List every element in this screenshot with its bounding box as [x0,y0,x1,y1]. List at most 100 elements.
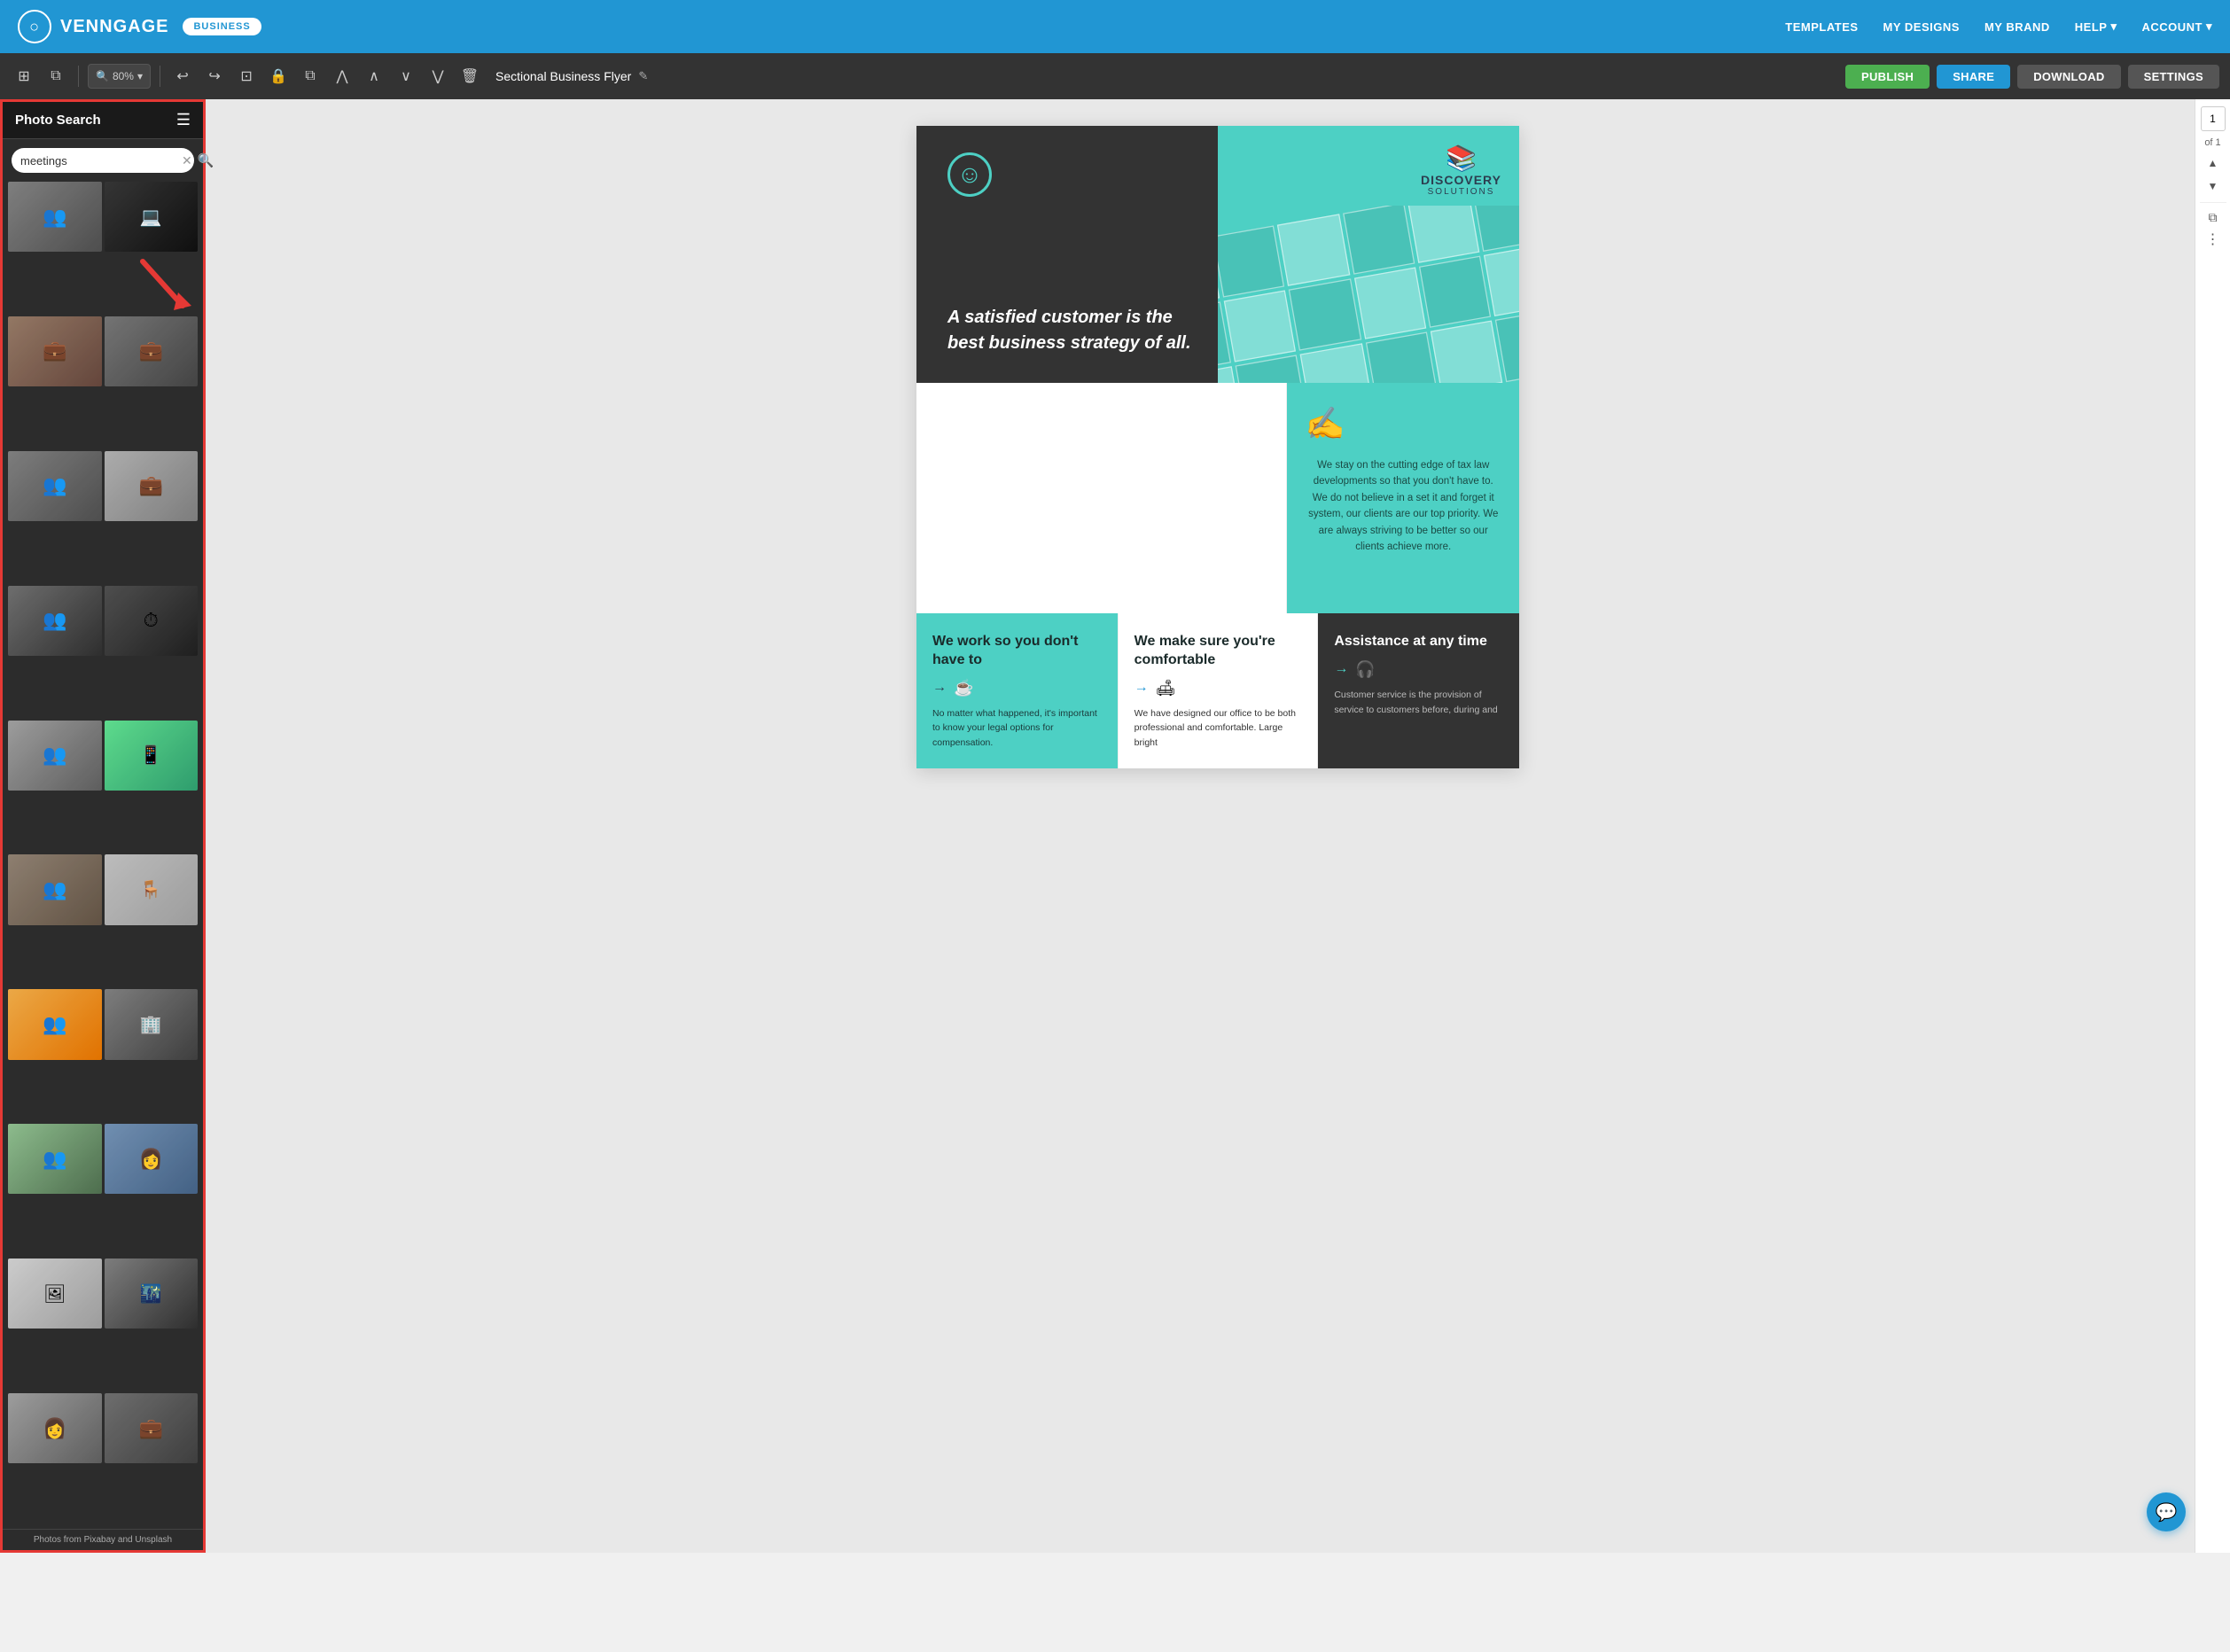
photo-grid [3,178,203,1529]
toolbar-copy-icon[interactable]: ⧉ [297,63,324,90]
search-clear-icon[interactable]: ✕ [182,153,192,168]
page-of-label: of 1 [2204,136,2220,149]
flyer-quote: A satisfied customer is the best busines… [947,305,1191,356]
publish-button[interactable]: PUBLISH [1845,65,1930,89]
logo[interactable]: ○ VENNGAGE [18,10,168,43]
toolbar: ⊞ ⧉ 🔍 80% ▾ ↩ ↪ ⊡ 🔒 ⧉ ⋀ ∧ ∨ ⋁ 🗑 Sectiona… [0,53,2230,99]
company-name: DISCOVERY [1421,173,1501,187]
discovery-book-icon: 📚 [1421,144,1501,173]
photo-thumb-12[interactable] [105,854,199,924]
col2-heading: We make sure you're comfortable [1134,633,1302,670]
page-up-icon[interactable]: ▲ [2205,154,2221,172]
photo-thumb-8[interactable] [105,586,199,656]
search-input[interactable] [20,154,176,168]
photo-thumb-10[interactable] [105,721,199,791]
toolbar-up-icon[interactable]: ∧ [361,63,387,90]
toolbar-resize-icon[interactable]: ⊡ [233,63,260,90]
page-more-options-icon[interactable]: ⋮ [2206,230,2220,248]
toolbar-separator-1 [78,66,79,87]
photo-thumb-5[interactable] [8,451,102,521]
photo-thumb-13[interactable] [8,989,102,1059]
discovery-logo-area: 📚 DISCOVERY SOLUTIONS [1421,144,1501,197]
nav-my-brand[interactable]: MY BRAND [1984,20,2050,34]
zoom-control[interactable]: 🔍 80% ▾ [88,64,151,89]
col2-sofa-icon: 🛋 [1156,679,1176,697]
toolbar-lock-icon[interactable]: 🔒 [265,63,292,90]
photo-search-section: ✕ 🔍 [3,139,203,178]
nav-right: TEMPLATES MY DESIGNS MY BRAND HELP ▾ ACC… [1785,19,2212,34]
photo-thumb-2[interactable] [105,182,199,252]
cutting-edge-body: We stay on the cutting edge of tax law d… [1305,457,1501,555]
tile [1342,206,1415,275]
toolbar-down-icon[interactable]: ∨ [393,63,419,90]
top-navigation: ○ VENNGAGE BUSINESS TEMPLATES MY DESIGNS… [0,0,2230,53]
toolbar-arrange-up-icon[interactable]: ⋀ [329,63,355,90]
photo-thumb-15[interactable] [8,1124,102,1194]
tile [1218,225,1285,298]
tile [1300,344,1373,383]
nav-templates[interactable]: TEMPLATES [1785,20,1858,34]
toolbar-undo-icon[interactable]: ↩ [169,63,196,90]
page-number-input[interactable] [2201,106,2226,131]
photos-credit: Photos from Pixabay and Unsplash [3,1529,203,1550]
photo-thumb-14[interactable] [105,989,199,1059]
account-chevron-icon: ▾ [2206,19,2212,34]
hamburger-menu-icon[interactable]: ☰ [176,111,191,129]
col1-cup-icon: ☕ [954,679,973,697]
photo-thumb-9[interactable] [8,721,102,791]
flyer-middle-right: ✍ We stay on the cutting edge of tax law… [1287,383,1519,613]
page-copy-icon[interactable]: ⧉ [2209,210,2218,225]
flyer-col-1: We work so you don't have to → ☕ No matt… [916,613,1118,768]
photo-thumb-20[interactable] [105,1393,199,1463]
photo-thumb-1[interactable] [8,182,102,252]
tile [1430,321,1502,383]
tile [1224,290,1297,362]
photo-thumb-19[interactable] [8,1393,102,1463]
flyer-top-left: ☺ A satisfied customer is the best busin… [916,126,1218,383]
col2-arrow-area: → 🛋 [1134,679,1302,697]
search-submit-icon[interactable]: 🔍 [198,152,214,168]
toolbar-page-icon[interactable]: ⊞ [11,63,37,90]
page-down-icon[interactable]: ▼ [2205,177,2221,195]
photo-thumb-17[interactable] [8,1258,102,1329]
nav-left: ○ VENNGAGE BUSINESS [18,10,261,43]
photo-thumb-7[interactable] [8,586,102,656]
nav-help[interactable]: HELP ▾ [2075,19,2117,34]
download-button[interactable]: DOWNLOAD [2017,65,2120,89]
sidebar-photo-search-title: Photo Search [15,113,101,128]
toolbar-delete-icon[interactable]: 🗑 [456,63,483,90]
photo-thumb-4[interactable] [105,316,199,386]
col1-arrow-area: → ☕ [932,679,1102,697]
nav-account[interactable]: ACCOUNT ▾ [2141,19,2212,34]
tile [1277,214,1350,286]
settings-button[interactable]: SETTINGS [2128,65,2219,89]
col1-arrow-icon: → [932,680,947,696]
share-button[interactable]: SHARE [1937,65,2010,89]
photo-thumb-11[interactable] [8,854,102,924]
chat-widget-button[interactable]: 💬 [2147,1492,2186,1531]
tile [1289,279,1361,352]
photo-thumb-18[interactable] [105,1258,199,1329]
photo-thumb-6[interactable] [105,451,199,521]
nav-my-designs[interactable]: MY DESIGNS [1883,20,1960,34]
edit-title-icon[interactable]: ✎ [638,69,648,83]
flyer-middle-left [916,383,1287,613]
cutting-edge-icon: ✍ [1305,405,1501,442]
help-chevron-icon: ▾ [2110,19,2117,34]
toolbar-title-area: Sectional Business Flyer ✎ [495,69,648,83]
tile [1419,256,1492,329]
photo-thumb-16[interactable] [105,1124,199,1194]
photo-thumb-3[interactable] [8,316,102,386]
toolbar-duplicate-icon[interactable]: ⧉ [43,63,69,90]
col3-headset-icon: 🎧 [1355,660,1375,679]
toolbar-arrange-down-icon[interactable]: ⋁ [425,63,451,90]
business-badge[interactable]: BUSINESS [183,18,261,35]
tile [1472,206,1519,252]
canvas-area[interactable]: ☺ A satisfied customer is the best busin… [206,99,2230,1553]
toolbar-redo-icon[interactable]: ↪ [201,63,228,90]
page-controls: of 1 ▲ ▼ ⧉ ⋮ [2195,99,2230,1553]
col2-arrow-icon: → [1134,680,1149,696]
document-title: Sectional Business Flyer [495,69,631,83]
zoom-icon: 🔍 [96,70,109,82]
main-layout: Photo Search ☰ ✕ 🔍 [0,99,2230,1553]
